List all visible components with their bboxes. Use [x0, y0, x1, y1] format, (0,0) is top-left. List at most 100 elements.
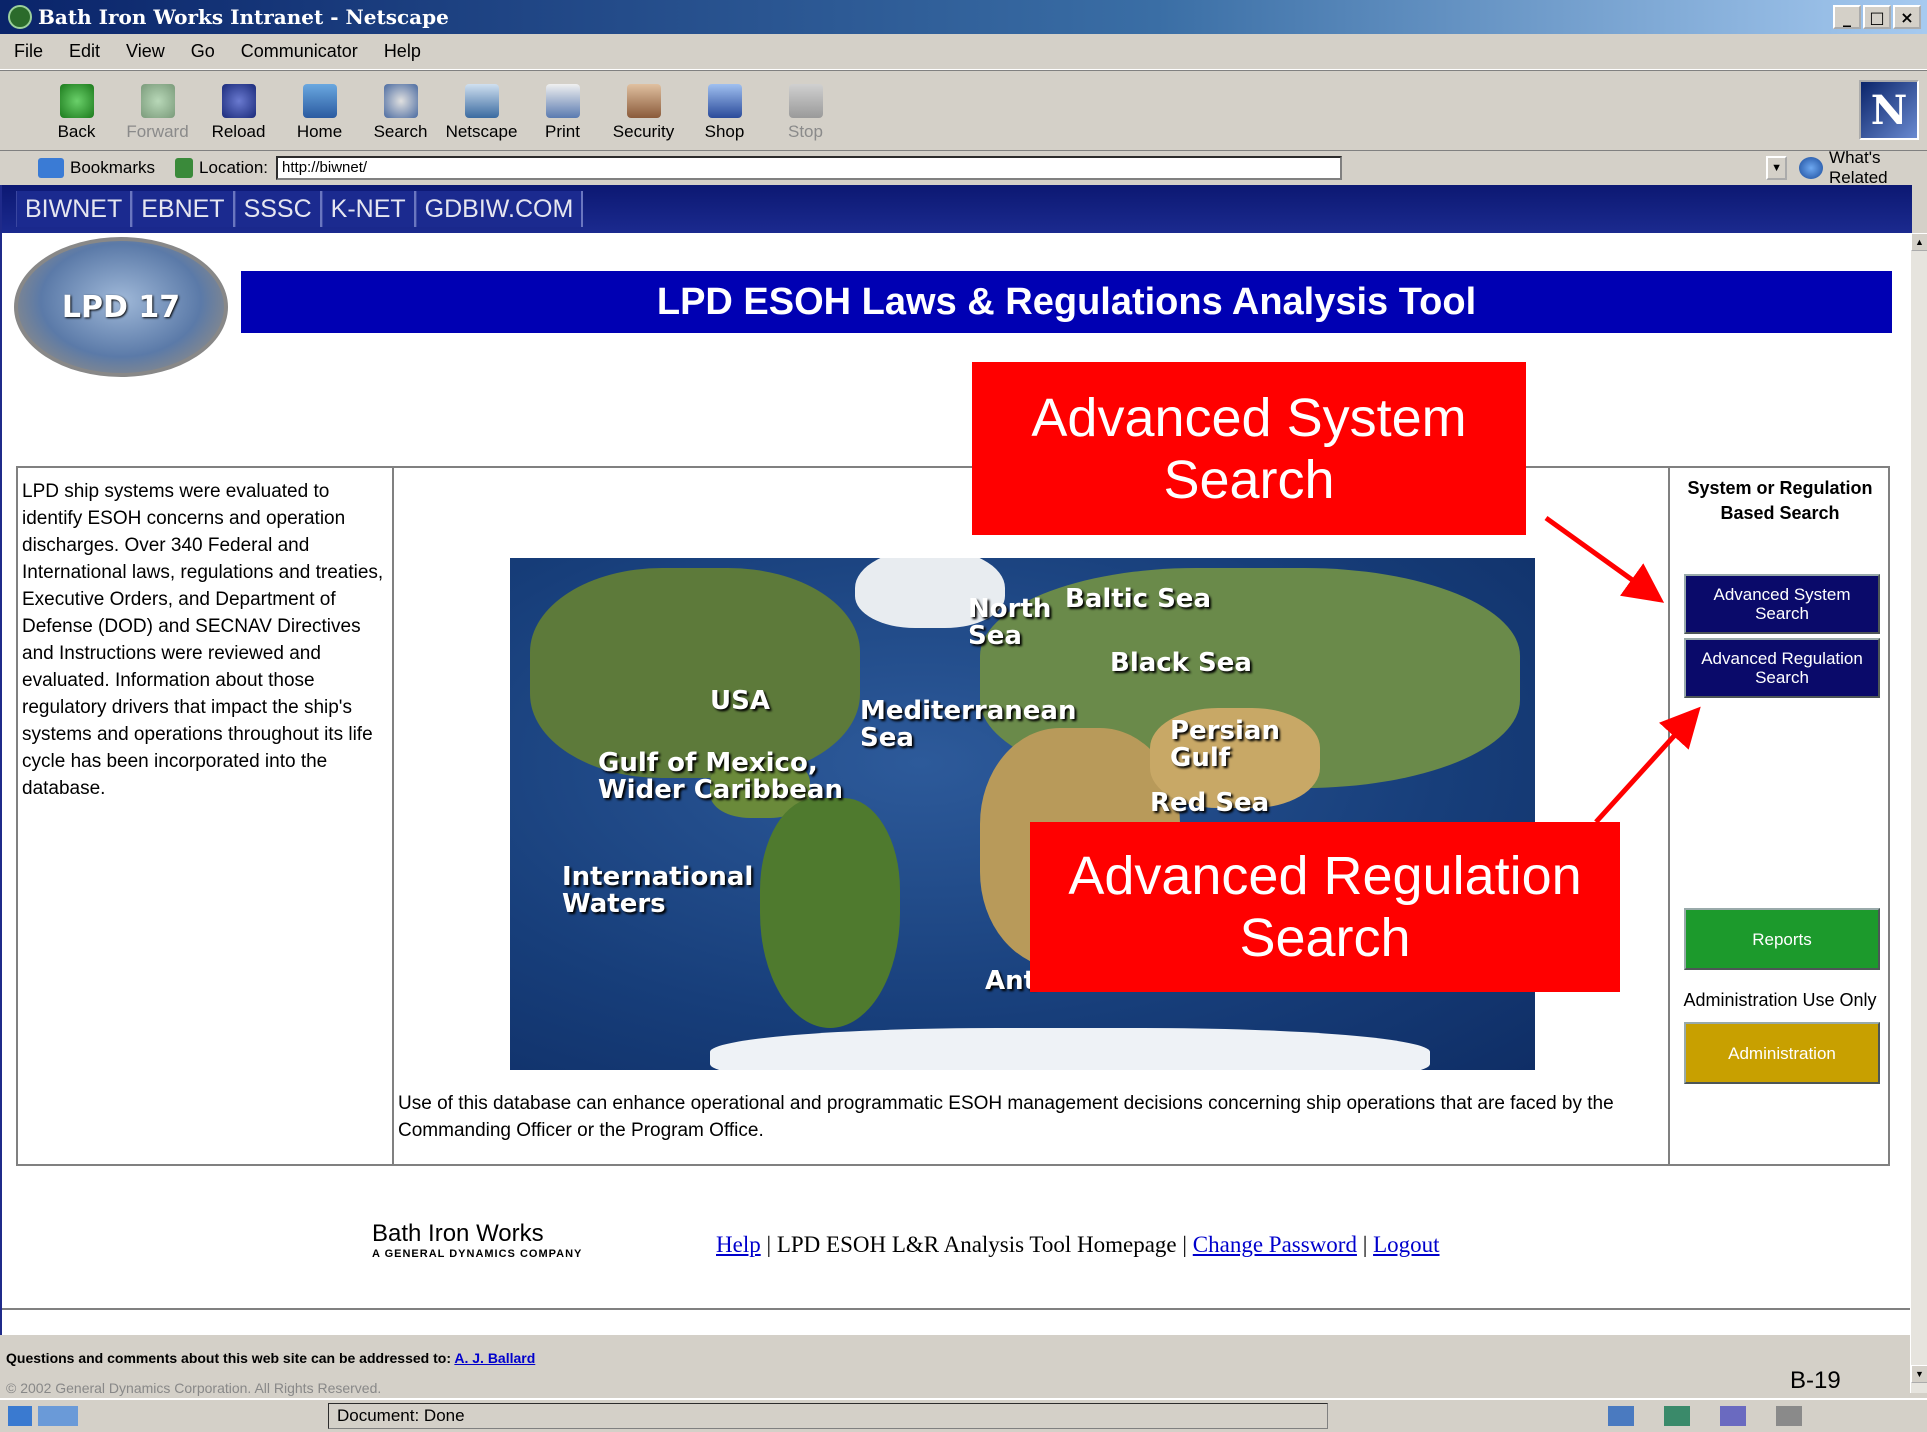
- contact-link[interactable]: A. J. Ballard: [454, 1350, 535, 1366]
- netscape-app-icon: [8, 5, 32, 29]
- location-icon: [175, 157, 194, 178]
- world-map[interactable]: USA North Sea Baltic Sea Black Sea Medit…: [510, 558, 1535, 1070]
- url-dropdown-icon[interactable]: ▼: [1765, 155, 1788, 180]
- status-text: Document: Done: [328, 1403, 1328, 1429]
- composer-icon[interactable]: [1720, 1406, 1746, 1426]
- database-note: Use of this database can enhance operati…: [398, 1093, 1614, 1141]
- vertical-scrollbar[interactable]: ▲ ▼: [1910, 233, 1927, 1393]
- nav-ebnet[interactable]: EBNET: [132, 191, 235, 227]
- reload-button[interactable]: Reload: [198, 84, 279, 142]
- nav-knet[interactable]: K-NET: [321, 191, 416, 227]
- advanced-regulation-search-button[interactable]: Advanced Regulation Search: [1684, 638, 1880, 698]
- forward-arrow-icon: [140, 84, 175, 118]
- region-international-waters[interactable]: International Waters: [562, 864, 782, 918]
- menu-file[interactable]: File: [14, 41, 43, 62]
- scroll-down-icon[interactable]: ▼: [1911, 1365, 1927, 1383]
- region-mediterranean-sea[interactable]: Mediterranean Sea: [860, 698, 1090, 752]
- netscape-n-logo[interactable]: N: [1859, 80, 1919, 140]
- menu-communicator[interactable]: Communicator: [241, 41, 358, 62]
- company-tagline: A GENERAL DYNAMICS COMPANY: [372, 1248, 583, 1260]
- navigation-toolbar: Back Forward Reload Home Search Netscape…: [0, 70, 1927, 150]
- region-usa[interactable]: USA: [710, 688, 770, 715]
- netscape-icon: [464, 84, 499, 118]
- change-password-link[interactable]: Change Password: [1193, 1232, 1357, 1257]
- nav-gdbiw[interactable]: GDBIW.COM: [415, 191, 584, 227]
- back-button[interactable]: Back: [36, 84, 117, 142]
- close-button[interactable]: ×: [1893, 5, 1921, 29]
- footer-links: Help | LPD ESOH L&R Analysis Tool Homepa…: [716, 1232, 1440, 1257]
- search-options-cell: System or Regulation Based Search Advanc…: [1670, 468, 1890, 1164]
- homepage-label: LPD ESOH L&R Analysis Tool Homepage: [776, 1232, 1177, 1257]
- shop-button[interactable]: Shop: [684, 84, 765, 142]
- print-button[interactable]: Print: [522, 84, 603, 142]
- home-icon: [302, 84, 337, 118]
- security-button[interactable]: Security: [603, 84, 684, 142]
- address-book-icon[interactable]: [1776, 1406, 1802, 1426]
- region-gulf-of-mexico[interactable]: Gulf of Mexico, Wider Caribbean: [598, 750, 858, 804]
- menu-go[interactable]: Go: [191, 41, 215, 62]
- bookmark-icon: [38, 157, 64, 178]
- minimize-button[interactable]: _: [1833, 5, 1861, 29]
- stop-icon: [788, 84, 823, 118]
- nav-biwnet[interactable]: BIWNET: [16, 191, 133, 227]
- search-button[interactable]: Search: [360, 84, 441, 142]
- stop-button[interactable]: Stop: [765, 84, 846, 142]
- region-select-cell: Select a Re USA North Sea Baltic Sea Bla…: [394, 468, 1670, 1164]
- menu-help[interactable]: Help: [384, 41, 421, 62]
- whats-related-icon: [1799, 156, 1824, 179]
- map-north-america: [530, 568, 860, 778]
- region-antarctica[interactable]: Ant: [985, 968, 1036, 995]
- menu-bar: File Edit View Go Communicator Help: [0, 34, 1927, 70]
- connection-status-icon: [38, 1406, 78, 1426]
- help-link[interactable]: Help: [716, 1232, 761, 1257]
- callout-advanced-system-search: Advanced System Search: [972, 362, 1526, 535]
- reports-button[interactable]: Reports: [1684, 908, 1880, 970]
- region-black-sea[interactable]: Black Sea: [1110, 650, 1252, 677]
- intro-text: LPD ship systems were evaluated to ident…: [18, 468, 394, 1164]
- url-field[interactable]: [276, 155, 1342, 180]
- scroll-up-icon[interactable]: ▲: [1911, 233, 1927, 251]
- search-icon: [383, 84, 418, 118]
- copyright-text: © 2002 General Dynamics Corporation. All…: [6, 1380, 382, 1396]
- page-footer: Bath Iron Works A GENERAL DYNAMICS COMPA…: [2, 1170, 1912, 1330]
- footer-divider: [2, 1308, 1912, 1310]
- component-bar: [1608, 1406, 1802, 1426]
- map-antarctica: [710, 1028, 1430, 1070]
- shop-icon: [707, 84, 742, 118]
- status-bar: Document: Done: [0, 1398, 1927, 1432]
- callout-advanced-regulation-search: Advanced Regulation Search: [1030, 822, 1620, 992]
- bookmarks-button[interactable]: Bookmarks: [38, 157, 155, 178]
- page-title-banner: LPD ESOH Laws & Regulations Analysis Too…: [241, 271, 1892, 333]
- reload-icon: [221, 84, 256, 118]
- administration-button[interactable]: Administration: [1684, 1022, 1880, 1084]
- page-number: B-19: [1790, 1367, 1841, 1394]
- lock-icon: [626, 84, 661, 118]
- mail-icon[interactable]: [1664, 1406, 1690, 1426]
- menu-view[interactable]: View: [126, 41, 165, 62]
- window-title-bar: Bath Iron Works Intranet - Netscape _ □ …: [0, 0, 1927, 34]
- region-persian-gulf[interactable]: Persian Gulf: [1170, 718, 1280, 772]
- home-button[interactable]: Home: [279, 84, 360, 142]
- forward-button[interactable]: Forward: [117, 84, 198, 142]
- main-table: LPD ship systems were evaluated to ident…: [16, 466, 1890, 1166]
- window-title: Bath Iron Works Intranet - Netscape: [38, 5, 449, 29]
- lpd17-logo: LPD 17: [14, 237, 228, 377]
- nav-sssc[interactable]: SSSC: [234, 191, 322, 227]
- whats-related-button[interactable]: What's Related: [1799, 148, 1927, 188]
- menu-edit[interactable]: Edit: [69, 41, 100, 62]
- region-north-sea[interactable]: North Sea: [968, 596, 1068, 650]
- location-label: Location:: [175, 157, 268, 178]
- search-type-heading: System or Regulation Based Search: [1687, 478, 1873, 523]
- logout-link[interactable]: Logout: [1373, 1232, 1439, 1257]
- netscape-button[interactable]: Netscape: [441, 84, 522, 142]
- location-bar: Bookmarks Location: ▼ What's Related: [0, 148, 1927, 187]
- advanced-system-search-button[interactable]: Advanced System Search: [1684, 574, 1880, 634]
- maximize-button[interactable]: □: [1863, 5, 1891, 29]
- admin-use-label: Administration Use Only: [1683, 990, 1877, 1010]
- navigator-icon[interactable]: [1608, 1406, 1634, 1426]
- region-baltic-sea[interactable]: Baltic Sea: [1065, 586, 1211, 613]
- region-red-sea[interactable]: Red Sea: [1150, 790, 1269, 817]
- questions-text: Questions and comments about this web si…: [6, 1350, 536, 1366]
- company-name: Bath Iron Works: [372, 1220, 544, 1247]
- security-status-icon: [8, 1406, 32, 1426]
